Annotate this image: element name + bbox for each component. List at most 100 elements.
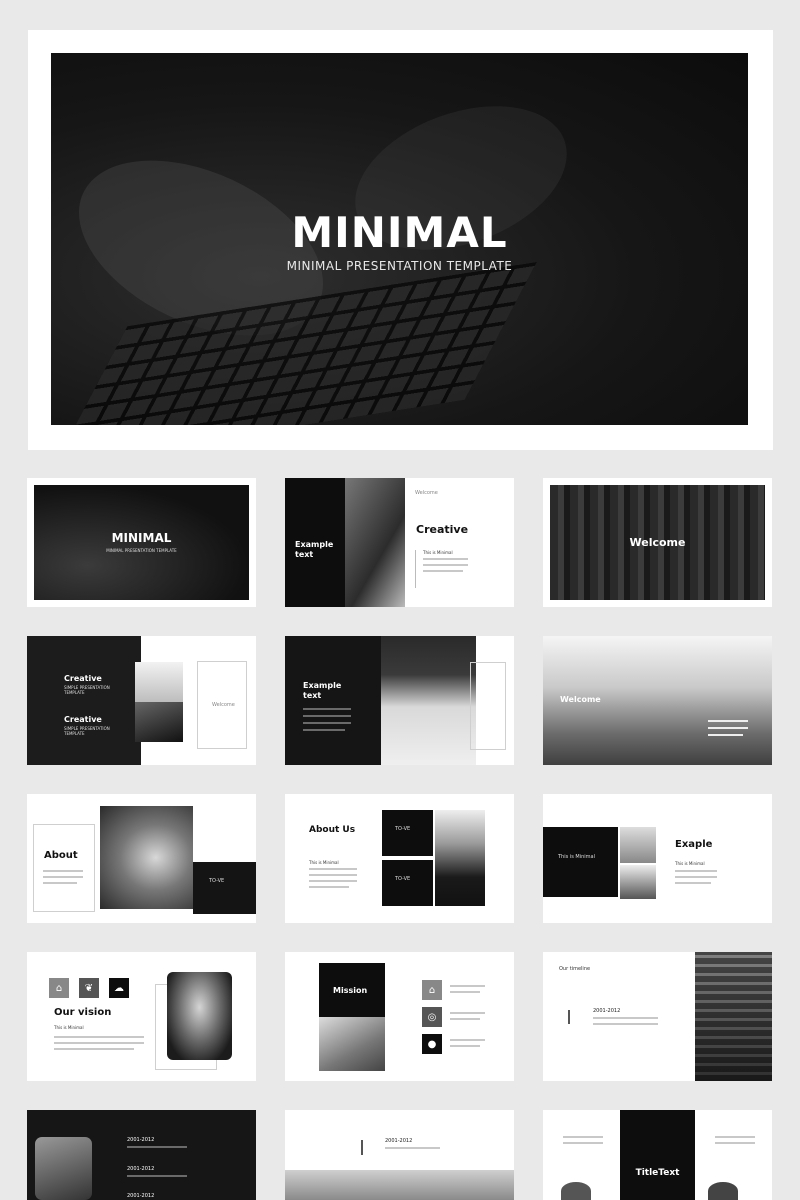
leaf-photo [100, 806, 193, 909]
slide-title: Example text [303, 681, 342, 700]
text-line [675, 870, 717, 872]
slide-title: Exaple [675, 839, 713, 850]
slide-thumbnail-15[interactable]: TitleText [543, 1110, 772, 1200]
home-icon: ⌂ [49, 978, 69, 998]
slide-thumbnail-8[interactable]: About Us This is Minimal TO-VE TO-VE [285, 794, 514, 923]
box-label: This is Minimal [558, 854, 595, 860]
dark-panel [27, 636, 141, 765]
slide-title: Our vision [54, 1007, 112, 1018]
hero-slide-frame: MINIMAL MINIMAL PRESENTATION TEMPLATE [28, 30, 773, 450]
text-line [385, 1147, 440, 1149]
text-line [708, 734, 743, 736]
black-box [543, 827, 618, 897]
slide-title: Creative [64, 674, 102, 683]
slide-title: Creative [64, 715, 102, 724]
text-line [127, 1146, 187, 1148]
slide-thumbnail-10[interactable]: ⌂ ❦ ☁ Our vision This is Minimal [27, 952, 256, 1081]
text-line [715, 1136, 755, 1138]
slide-title: About Us [309, 825, 356, 835]
outline-box [470, 662, 506, 750]
small-label: This is Minimal [309, 860, 339, 865]
timeline-marker [361, 1140, 363, 1155]
tablet-photo [35, 1137, 92, 1200]
slide-thumbnail-5[interactable]: Example text [285, 636, 514, 765]
laptop-photo [319, 1017, 385, 1071]
text-line [450, 985, 485, 987]
text-line [423, 558, 468, 560]
text-line [309, 874, 357, 876]
text-line [563, 1142, 603, 1144]
timeline-year: 2001-2012 [127, 1166, 155, 1172]
text-line [593, 1017, 658, 1019]
text-line [450, 1018, 480, 1020]
text-line [708, 727, 748, 729]
timeline-year: 2001-2012 [127, 1137, 155, 1143]
slide-thumbnail-13[interactable]: 2001-2012 2001-2012 2001-2012 [27, 1110, 256, 1200]
hero-subtitle: MINIMAL PRESENTATION TEMPLATE [286, 259, 513, 273]
home-icon: ⌂ [422, 980, 442, 1000]
black-box [382, 810, 433, 856]
text-line [309, 880, 357, 882]
text-line [43, 882, 77, 884]
slide-subtitle: SIMPLE PRESENTATION TEMPLATE [64, 726, 110, 736]
small-label: This is Minimal [675, 861, 705, 866]
slide-thumbnail-1[interactable]: MINIMAL MINIMAL PRESENTATION TEMPLATE [27, 478, 256, 607]
black-box [382, 860, 433, 906]
small-label: This is Minimal [423, 550, 453, 555]
text-line [450, 1045, 480, 1047]
person-photo [561, 1182, 591, 1200]
slide-thumbnail-2[interactable]: Example text Welcome Creative This is Mi… [285, 478, 514, 607]
small-label: This is Minimal [54, 1025, 84, 1030]
slide-title: About [44, 850, 78, 861]
text-line [303, 715, 351, 717]
photo-bottom [620, 865, 656, 899]
slide-title: Mission [333, 986, 368, 995]
text-line [303, 722, 351, 724]
slide-thumbnail-11[interactable]: Mission ⌂ ◎ ● [285, 952, 514, 1081]
panel-title: Example text [295, 540, 334, 559]
timeline-year: 2001-2012 [127, 1193, 155, 1199]
text-line [43, 876, 83, 878]
text-line [309, 886, 349, 888]
text-line [54, 1048, 134, 1050]
hero-slide[interactable]: MINIMAL MINIMAL PRESENTATION TEMPLATE [51, 53, 748, 425]
slide-thumbnail-14[interactable]: 2001-2012 [285, 1110, 514, 1200]
timeline-year: 2001-2012 [593, 1008, 621, 1014]
crowd-photo [285, 1170, 514, 1200]
box-label: Welcome [212, 702, 235, 708]
text-line [303, 708, 351, 710]
small-label: Our timeline [559, 966, 591, 972]
text-line [563, 1136, 603, 1138]
photo-top [620, 827, 656, 863]
drop-icon: ● [422, 1034, 442, 1054]
slide-subtitle: SIMPLE PRESENTATION TEMPLATE [64, 685, 110, 695]
text-line [43, 870, 83, 872]
slide-thumbnail-12[interactable]: Our timeline 2001-2012 [543, 952, 772, 1081]
kids-photo [345, 478, 405, 607]
text-line [54, 1036, 144, 1038]
plant-photo [135, 662, 183, 702]
text-line [423, 570, 463, 572]
box-label: TO-VE [395, 876, 411, 882]
box-label: TO-VE [209, 878, 225, 884]
text-line [450, 991, 480, 993]
slide-title: MINIMAL [111, 531, 172, 545]
slide-thumbnail-7[interactable]: About TO-VE [27, 794, 256, 923]
cloud-icon: ☁ [109, 978, 129, 998]
text-line [309, 868, 357, 870]
slide-thumbnail-4[interactable]: Creative SIMPLE PRESENTATION TEMPLATE Cr… [27, 636, 256, 765]
slide-thumbnail-9[interactable]: This is Minimal Exaple This is Minimal [543, 794, 772, 923]
black-box [193, 862, 256, 914]
slide-thumbnail-3[interactable]: Welcome [543, 478, 772, 607]
text-line [303, 729, 345, 731]
man-photo [381, 636, 476, 765]
timeline-year: 2001-2012 [385, 1138, 413, 1144]
text-line [675, 876, 717, 878]
text-line [715, 1142, 755, 1144]
slide-title: Creative [416, 523, 469, 536]
slide-title: TitleText [635, 1168, 680, 1178]
slide-thumbnail-6[interactable]: Welcome [543, 636, 772, 765]
black-panel [620, 1110, 695, 1200]
text-line [127, 1175, 187, 1177]
person-photo [708, 1182, 738, 1200]
